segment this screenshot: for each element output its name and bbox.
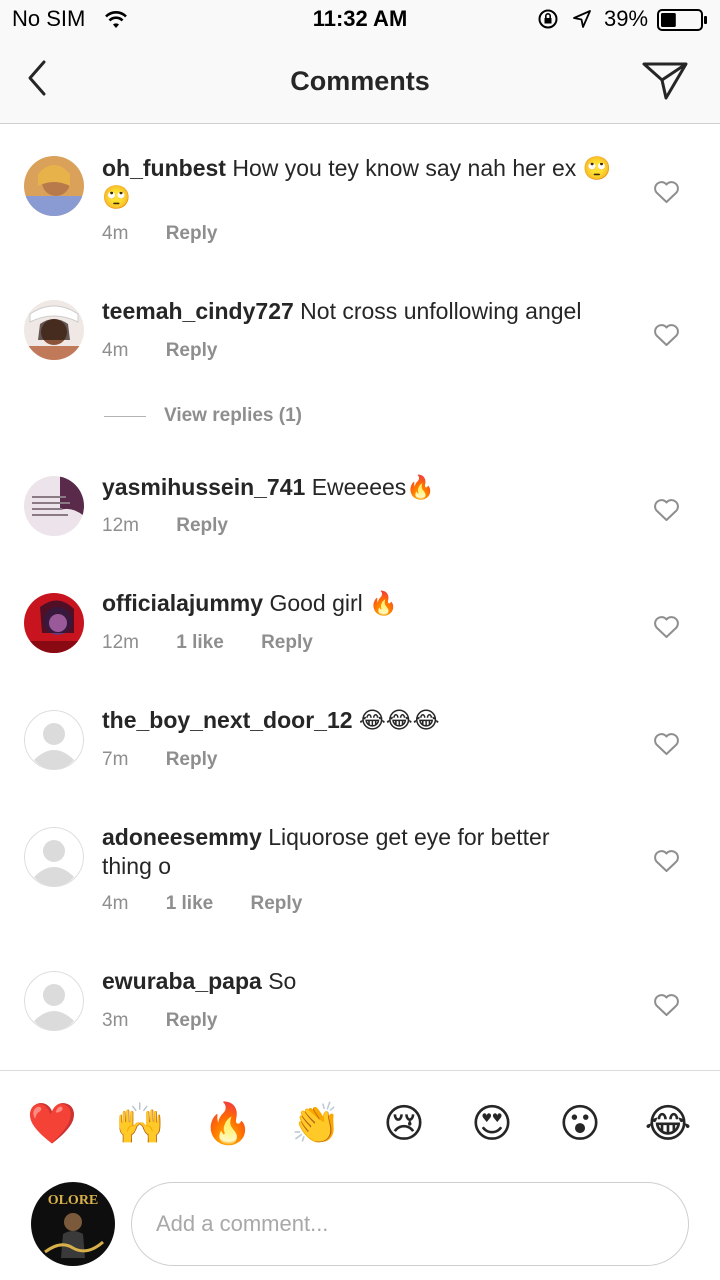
my-avatar[interactable]: OLORE: [31, 1182, 115, 1266]
comment-time: 4m: [102, 340, 129, 361]
emoji-raised-hands-button[interactable]: 🙌: [114, 1101, 166, 1147]
comment-username[interactable]: the_boy_next_door_12: [102, 707, 353, 733]
nav-bar: Comments: [0, 40, 720, 124]
like-count[interactable]: 1 like: [166, 893, 214, 915]
reply-button[interactable]: Reply: [166, 1010, 218, 1032]
comment-text: So: [268, 968, 297, 994]
status-bar: No SIM 11:32 AM 39%: [0, 0, 720, 40]
reply-button[interactable]: Reply: [166, 340, 218, 362]
comment-text: Eweeees🔥: [311, 474, 435, 500]
comment-item: the_boy_next_door_12 😂😂😂 7m Reply: [0, 689, 720, 806]
avatar[interactable]: [24, 710, 84, 770]
avatar[interactable]: [24, 593, 84, 653]
comment-username[interactable]: oh_funbest: [102, 155, 226, 181]
avatar[interactable]: [24, 300, 84, 360]
comment-text: Good girl 🔥: [269, 590, 398, 616]
comment-username[interactable]: ewuraba_papa: [102, 968, 262, 994]
emoji-laughing-button[interactable]: 😂: [642, 1101, 694, 1147]
emoji-clap-button[interactable]: 👏: [290, 1101, 342, 1147]
emoji-surprised-button[interactable]: 😮: [554, 1101, 606, 1147]
reply-button[interactable]: Reply: [166, 749, 218, 771]
comment-time: 12m: [102, 632, 139, 653]
quick-emoji-bar: ❤️ 🙌 🔥 👏 😢 😍 😮 😂: [0, 1070, 720, 1180]
emoji-fire-button[interactable]: 🔥: [202, 1101, 254, 1147]
heart-icon[interactable]: [653, 498, 680, 522]
avatar[interactable]: [24, 971, 84, 1031]
avatar[interactable]: [24, 827, 84, 887]
comment-item: officialajummy Good girl 🔥 12m 1 like Re…: [0, 572, 720, 689]
comment-time: 12m: [102, 515, 139, 536]
comment-username[interactable]: adoneesemmy: [102, 824, 262, 850]
avatar-logo-text: OLORE: [48, 1193, 99, 1208]
comment-username[interactable]: officialajummy: [102, 590, 263, 616]
view-replies-button[interactable]: View replies (1): [104, 405, 302, 435]
heart-icon[interactable]: [653, 180, 680, 204]
comment-time: 3m: [102, 1010, 129, 1031]
reply-button[interactable]: Reply: [176, 515, 228, 537]
battery-icon: [657, 9, 707, 31]
comment-composer: OLORE: [0, 1180, 720, 1280]
comment-item: ewuraba_papa So 3m Reply: [0, 951, 720, 1070]
heart-icon[interactable]: [653, 993, 680, 1017]
comment-item: oh_funbest How you tey know say nah her …: [0, 125, 720, 265]
heart-icon[interactable]: [653, 732, 680, 756]
heart-icon[interactable]: [653, 615, 680, 639]
comment-item: adoneesemmy Liquorose get eye for better…: [0, 806, 720, 951]
comment-time: 7m: [102, 749, 129, 770]
avatar[interactable]: [24, 476, 84, 536]
rotation-lock-icon: [538, 9, 558, 29]
comment-text: Not cross unfollowing angel: [300, 298, 582, 324]
emoji-cry-button[interactable]: 😢: [378, 1101, 430, 1147]
comment-time: 4m: [102, 893, 129, 914]
comment-username[interactable]: yasmihussein_741: [102, 474, 305, 500]
reply-button[interactable]: Reply: [261, 632, 313, 654]
comments-list: oh_funbest How you tey know say nah her …: [0, 125, 720, 1070]
like-count[interactable]: 1 like: [176, 632, 224, 654]
comment-time: 4m: [102, 223, 129, 244]
reply-button[interactable]: Reply: [166, 223, 218, 245]
emoji-heart-eyes-button[interactable]: 😍: [466, 1101, 518, 1147]
comment-input[interactable]: [131, 1182, 689, 1266]
heart-icon[interactable]: [653, 323, 680, 347]
location-icon: [573, 10, 591, 28]
reply-button[interactable]: Reply: [251, 893, 303, 915]
avatar[interactable]: [24, 156, 84, 216]
comment-username[interactable]: teemah_cindy727: [102, 298, 294, 324]
emoji-heart-button[interactable]: ❤️: [26, 1101, 78, 1147]
battery-percent: 39%: [604, 6, 649, 31]
divider: [104, 415, 146, 417]
comment-text: 😂😂😂: [358, 707, 440, 733]
direct-send-icon[interactable]: [640, 56, 690, 104]
heart-icon[interactable]: [653, 849, 680, 873]
page-title: Comments: [290, 66, 430, 96]
comment-item: yasmihussein_741 Eweeees🔥 12m Reply: [0, 455, 720, 572]
